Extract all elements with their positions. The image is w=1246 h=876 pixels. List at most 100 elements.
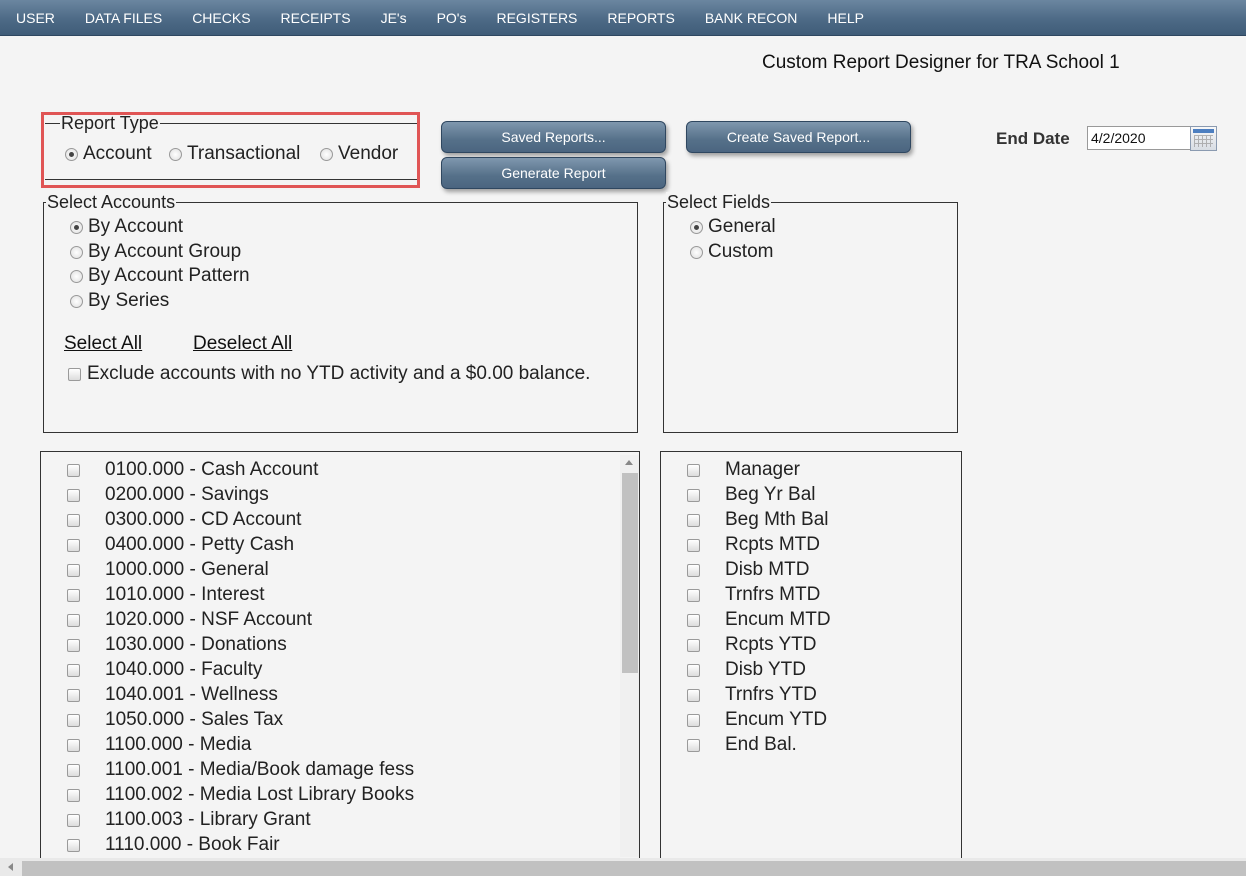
accounts-scrollbar[interactable] <box>620 455 639 857</box>
menu-data-files[interactable]: DATA FILES <box>74 0 173 36</box>
by-series-radio[interactable]: By Series <box>70 290 169 312</box>
field-row-label: Beg Mth Bal <box>725 509 829 530</box>
end-date-input[interactable] <box>1087 126 1191 150</box>
checkbox-icon[interactable] <box>67 663 80 677</box>
account-row[interactable]: 0300.000 - CD Account <box>67 509 301 531</box>
checkbox-icon[interactable] <box>687 463 700 477</box>
checkbox-icon[interactable] <box>67 788 80 802</box>
checkbox-icon[interactable] <box>687 563 700 577</box>
report-type-vendor[interactable]: Vendor <box>320 143 398 165</box>
checkbox-icon[interactable] <box>67 813 80 827</box>
field-row-label: Encum YTD <box>725 709 828 730</box>
field-row[interactable]: Trnfrs MTD <box>687 584 820 606</box>
field-row[interactable]: Rcpts YTD <box>687 634 817 656</box>
checkbox-icon[interactable] <box>67 763 80 777</box>
menu-help[interactable]: HELP <box>816 0 875 36</box>
scroll-up-icon[interactable] <box>625 460 633 465</box>
checkbox-icon[interactable] <box>687 638 700 652</box>
menu-registers[interactable]: REGISTERS <box>485 0 588 36</box>
field-row[interactable]: Trnfrs YTD <box>687 684 817 706</box>
menu-user[interactable]: USER <box>5 0 66 36</box>
account-row[interactable]: 1110.000 - Book Fair <box>67 834 280 856</box>
account-row[interactable]: 1100.000 - Media <box>67 734 251 756</box>
account-row[interactable]: 1010.000 - Interest <box>67 584 265 606</box>
menu-checks[interactable]: CHECKS <box>181 0 261 36</box>
select-all-link[interactable]: Select All <box>64 333 142 355</box>
account-row[interactable]: 0200.000 - Savings <box>67 484 269 506</box>
radio-checked-icon <box>70 220 83 234</box>
field-row[interactable]: Rcpts MTD <box>687 534 820 556</box>
field-row[interactable]: Encum YTD <box>687 709 827 731</box>
checkbox-icon[interactable] <box>67 488 80 502</box>
checkbox-icon[interactable] <box>687 588 700 602</box>
radio-label: By Account Pattern <box>88 265 250 286</box>
field-row[interactable]: Disb MTD <box>687 559 809 581</box>
scroll-left-icon[interactable] <box>8 863 13 871</box>
checkbox-icon[interactable] <box>67 538 80 552</box>
checkbox-icon[interactable] <box>67 563 80 577</box>
field-row[interactable]: End Bal. <box>687 734 797 756</box>
menu-reports[interactable]: REPORTS <box>596 0 685 36</box>
checkbox-icon[interactable] <box>687 488 700 502</box>
menu-pos[interactable]: PO's <box>426 0 478 36</box>
checkbox-icon[interactable] <box>687 713 700 727</box>
by-account-pattern-radio[interactable]: By Account Pattern <box>70 265 250 287</box>
field-row[interactable]: Beg Mth Bal <box>687 509 829 531</box>
account-row[interactable]: 1020.000 - NSF Account <box>67 609 312 631</box>
calendar-icon[interactable] <box>1190 126 1217 151</box>
account-row[interactable]: 1040.001 - Wellness <box>67 684 278 706</box>
account-row-label: 1100.002 - Media Lost Library Books <box>105 784 415 805</box>
field-row-label: Disb YTD <box>725 659 806 680</box>
checkbox-icon[interactable] <box>687 613 700 627</box>
checkbox-icon[interactable] <box>67 613 80 627</box>
menu-bank-recon[interactable]: BANK RECON <box>694 0 809 36</box>
account-row-label: 1100.003 - Library Grant <box>105 809 311 830</box>
checkbox-icon[interactable] <box>67 738 80 752</box>
deselect-all-link[interactable]: Deselect All <box>193 333 292 355</box>
horizontal-scrollbar[interactable] <box>0 858 1246 876</box>
account-row[interactable]: 1000.000 - General <box>67 559 269 581</box>
account-row[interactable]: 1030.000 - Donations <box>67 634 287 656</box>
field-row-label: Trnfrs YTD <box>725 684 817 705</box>
generate-report-button[interactable]: Generate Report <box>441 157 666 189</box>
menu-bar: USER DATA FILES CHECKS RECEIPTS JE's PO'… <box>0 0 1246 36</box>
menu-jes[interactable]: JE's <box>370 0 418 36</box>
checkbox-icon[interactable] <box>67 513 80 527</box>
account-row[interactable]: 1100.003 - Library Grant <box>67 809 311 831</box>
checkbox-icon[interactable] <box>687 538 700 552</box>
account-row[interactable]: 1100.002 - Media Lost Library Books <box>67 784 414 806</box>
checkbox-icon[interactable] <box>67 713 80 727</box>
field-row[interactable]: Encum MTD <box>687 609 831 631</box>
account-row[interactable]: 0100.000 - Cash Account <box>67 459 318 481</box>
account-row[interactable]: 1100.001 - Media/Book damage fess <box>67 759 414 781</box>
checkbox-icon[interactable] <box>67 688 80 702</box>
checkbox-icon[interactable] <box>687 688 700 702</box>
checkbox-icon[interactable] <box>687 513 700 527</box>
scroll-thumb[interactable] <box>622 473 638 673</box>
checkbox-icon[interactable] <box>67 588 80 602</box>
custom-fields-radio[interactable]: Custom <box>690 241 773 263</box>
report-type-transactional[interactable]: Transactional <box>169 143 300 165</box>
field-row[interactable]: Disb YTD <box>687 659 806 681</box>
create-saved-report-button[interactable]: Create Saved Report... <box>686 121 911 153</box>
horizontal-scroll-thumb[interactable] <box>22 861 1246 876</box>
report-type-account[interactable]: Account <box>65 143 152 165</box>
checkbox-icon[interactable] <box>687 738 700 752</box>
menu-receipts[interactable]: RECEIPTS <box>270 0 362 36</box>
saved-reports-button[interactable]: Saved Reports... <box>441 121 666 153</box>
field-row[interactable]: Manager <box>687 459 800 481</box>
account-row[interactable]: 1050.000 - Sales Tax <box>67 709 283 731</box>
account-row[interactable]: 0400.000 - Petty Cash <box>67 534 294 556</box>
field-row[interactable]: Beg Yr Bal <box>687 484 815 506</box>
field-row-label: Rcpts YTD <box>725 634 817 655</box>
by-account-radio[interactable]: By Account <box>70 216 183 238</box>
checkbox-icon[interactable] <box>67 638 80 652</box>
exclude-zero-balance-checkbox[interactable]: Exclude accounts with no YTD activity an… <box>68 363 590 385</box>
checkbox-icon[interactable] <box>67 463 80 477</box>
account-row[interactable]: 1040.000 - Faculty <box>67 659 262 681</box>
checkbox-icon[interactable] <box>687 663 700 677</box>
general-fields-radio[interactable]: General <box>690 216 776 238</box>
end-date-label: End Date <box>996 129 1070 148</box>
checkbox-icon[interactable] <box>67 838 80 852</box>
by-account-group-radio[interactable]: By Account Group <box>70 241 241 263</box>
